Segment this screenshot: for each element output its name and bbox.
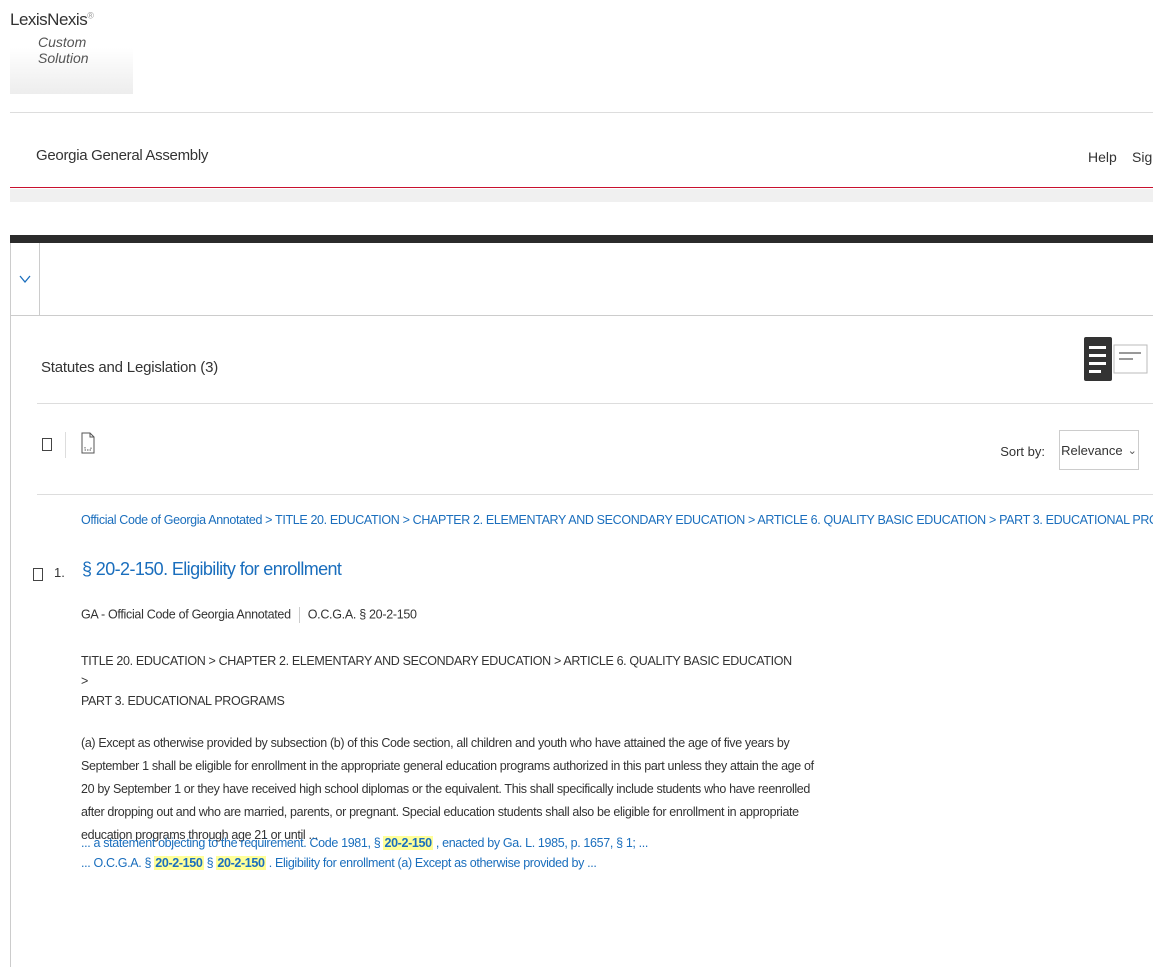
hit-highlight: 20-2-150 [154,856,204,870]
view-toggle-button[interactable] [1083,335,1149,385]
site-header: Georgia General Assembly Help Sign [10,113,1153,187]
chevron-down-icon: ⌄ [1127,444,1137,457]
result-path: TITLE 20. EDUCATION > CHAPTER 2. ELEMENT… [81,651,801,711]
breadcrumb-separator: > [399,513,413,527]
snippet-line: September 1 shall be eligible for enroll… [81,759,814,773]
hit-highlight: 20-2-150 [383,836,433,850]
breadcrumb-separator: > [985,513,1000,527]
breadcrumb-separator: > [744,513,758,527]
breadcrumb-item-part[interactable]: PART 3. EDUCATIONAL PROGRAMS [999,513,1153,527]
logo-name: LexisNexis [10,10,88,29]
result-number: 1. [54,565,65,580]
result-path-line: PART 3. EDUCATIONAL PROGRAMS [81,694,285,708]
lexisnexis-logo: LexisNexis® Custom Solution [10,10,133,94]
search-hits: ... a statement objecting to the require… [81,833,648,873]
reading-view-icon [1084,337,1148,381]
breadcrumb-item-chapter[interactable]: CHAPTER 2. ELEMENTARY AND SECONDARY EDUC… [413,513,746,527]
logo-registered-mark: ® [87,10,94,21]
breadcrumb-separator: > [262,513,276,527]
logo-subtitle: Custom Solution [38,34,89,66]
document-icon [81,432,95,454]
help-link[interactable]: Help [1088,149,1117,165]
result-path-line: TITLE 20. EDUCATION > CHAPTER 2. ELEMENT… [81,654,792,688]
result-snippet: (a) Except as otherwise provided by subs… [81,732,821,847]
header-red-divider [10,187,1153,188]
hit-link[interactable]: ... O.C.G.A. § 20-2-150 § 20-2-150 . Eli… [81,853,648,873]
breadcrumb-item-code[interactable]: Official Code of Georgia Annotated [81,513,262,527]
snippet-line: 20 by September 1 or they have received … [81,782,810,796]
select-all-checkbox[interactable] [42,438,52,451]
breadcrumb: Official Code of Georgia Annotated > TIT… [81,513,1153,527]
results-panel: Statutes and Legislation (3) Sort by: Re… [10,243,1153,967]
hit-highlight: 20-2-150 [216,856,266,870]
snippet-line: (a) Except as otherwise provided by subs… [81,736,790,750]
expand-filters-button[interactable] [11,243,40,315]
result-meta: GA - Official Code of Georgia Annotated O… [81,607,417,623]
hit-link[interactable]: ... a statement objecting to the require… [81,833,648,853]
document-delivery-button[interactable] [81,432,95,459]
result-source: GA - Official Code of Georgia Annotated [81,607,291,622]
breadcrumb-item-title[interactable]: TITLE 20. EDUCATION [275,513,400,527]
content-top-bar [10,235,1153,243]
header-gray-band [10,189,1153,202]
results-toolbar: Sort by: Relevance ⌄ [11,404,1153,494]
result-citation: O.C.G.A. § 20-2-150 [307,607,417,622]
site-name: Georgia General Assembly [36,147,209,164]
chevron-down-icon [19,275,31,283]
results-divider [37,494,1153,495]
meta-divider [298,607,300,623]
toolbar-divider [65,432,66,458]
snippet-line: after dropping out and who are married, … [81,805,799,819]
breadcrumb-item-article[interactable]: ARTICLE 6. QUALITY BASIC EDUCATION [757,513,986,527]
section-title: Statutes and Legislation (3) [41,359,219,376]
result-title-link[interactable]: § 20-2-150. Eligibility for enrollment [82,559,342,580]
result-checkbox[interactable] [33,568,43,581]
filter-toggle-row [11,243,1153,316]
sort-label: Sort by: [1000,444,1045,459]
sign-in-link[interactable]: Sign [1132,149,1153,165]
sort-select[interactable]: Relevance ⌄ [1059,430,1139,470]
sort-value: Relevance [1061,442,1123,458]
